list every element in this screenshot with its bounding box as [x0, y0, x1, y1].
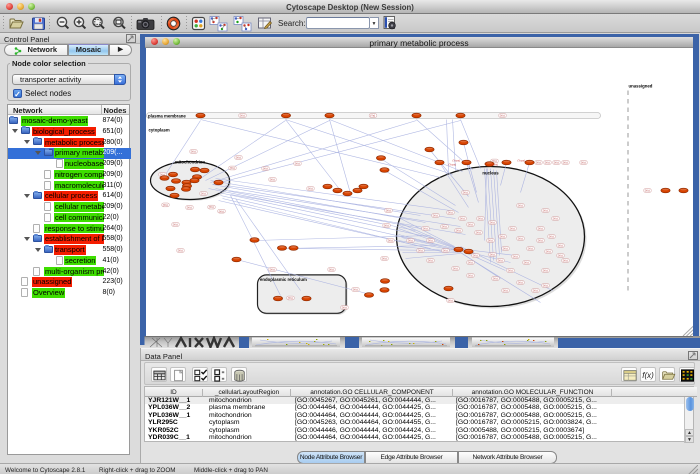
svg-text:(Yx): (Yx): [352, 287, 357, 291]
svg-text:(Yx): (Yx): [427, 238, 432, 242]
svg-text:(Yx): (Yx): [407, 238, 412, 242]
svg-text:(Yx): (Yx): [545, 249, 550, 253]
svg-text:(Yx): (Yx): [200, 191, 205, 195]
svg-text:(Yx): (Yx): [489, 220, 494, 224]
svg-text:(Yx): (Yx): [517, 236, 522, 240]
svg-text:(Yx): (Yx): [262, 166, 267, 170]
svg-text:(Yx): (Yx): [229, 166, 234, 170]
svg-text:(Yx): (Yx): [548, 234, 553, 238]
svg-text:(Yx): (Yx): [186, 205, 191, 209]
svg-text:(Yx): (Yx): [557, 253, 562, 257]
svg-text:(Yx): (Yx): [537, 226, 542, 230]
svg-text:(Yx): (Yx): [462, 190, 467, 194]
svg-text:(Yx): (Yx): [447, 210, 452, 214]
svg-text:(Yx): (Yx): [447, 298, 452, 302]
svg-text:(Yx): (Yx): [417, 248, 422, 252]
svg-text:(Yx): (Yx): [467, 273, 472, 277]
svg-text:(Yx): (Yx): [190, 149, 195, 153]
svg-text:(Yx): (Yx): [535, 160, 540, 164]
svg-text:(Yx): (Yx): [542, 208, 547, 212]
svg-text:(Yx): (Yx): [287, 296, 292, 300]
svg-text:(Yx): (Yx): [370, 113, 375, 117]
svg-text:mitochondrion: mitochondrion: [174, 159, 204, 164]
svg-text:(Yx): (Yx): [341, 305, 346, 309]
svg-text:(Yx): (Yx): [208, 205, 213, 209]
svg-text:(Yx): (Yx): [239, 113, 244, 117]
svg-text:(Yxxx): (Yxxx): [448, 162, 456, 166]
svg-text:(Yx): (Yx): [489, 252, 494, 256]
svg-text:(Yx): (Yx): [502, 246, 507, 250]
svg-text:(Yx): (Yx): [542, 268, 547, 272]
svg-text:(Yx): (Yx): [644, 188, 649, 192]
svg-text:(Yx): (Yx): [509, 226, 514, 230]
svg-text:(Yx): (Yx): [235, 155, 240, 159]
svg-text:endoplasmic reticulum: endoplasmic reticulum: [260, 277, 307, 282]
svg-text:(Yx): (Yx): [467, 260, 472, 264]
svg-text:(Yx): (Yx): [557, 243, 562, 247]
svg-text:nucleus: nucleus: [482, 170, 499, 175]
svg-text:(Yx): (Yx): [441, 224, 446, 228]
svg-text:(Yx): (Yx): [467, 222, 472, 226]
svg-text:(Yx): (Yx): [562, 160, 567, 164]
svg-text:(Yx): (Yx): [532, 288, 537, 292]
svg-text:(Yx): (Yx): [580, 160, 585, 164]
svg-text:(Yx): (Yx): [328, 267, 333, 271]
svg-text:(Yx): (Yx): [383, 223, 388, 227]
svg-text:(Yx): (Yx): [387, 238, 392, 242]
svg-text:(Yx): (Yx): [177, 248, 182, 252]
svg-text:(Yx): (Yx): [552, 216, 557, 220]
svg-text:(Yx): (Yx): [553, 160, 558, 164]
svg-text:(Yxxx): (Yxxx): [490, 162, 498, 166]
svg-text:(Yx): (Yx): [472, 253, 477, 257]
svg-text:(Yx): (Yx): [381, 256, 386, 260]
svg-text:(Yx): (Yx): [562, 258, 567, 262]
svg-text:(Yx): (Yx): [542, 283, 547, 287]
svg-text:(Yx): (Yx): [497, 258, 502, 262]
svg-text:(Yx): (Yx): [499, 234, 504, 238]
svg-text:(Yx): (Yx): [517, 280, 522, 284]
svg-text:(Yx): (Yx): [269, 267, 274, 271]
svg-text:(Yx): (Yx): [517, 203, 522, 207]
svg-text:unassigned: unassigned: [628, 83, 652, 88]
svg-text:(Yx): (Yx): [459, 216, 464, 220]
svg-text:(Yx): (Yx): [537, 238, 542, 242]
svg-text:(Yx): (Yx): [492, 276, 497, 280]
svg-text:cytoplasm: cytoplasm: [148, 127, 169, 132]
svg-text:(Yx): (Yx): [432, 213, 437, 217]
svg-text:(Yx): (Yx): [487, 238, 492, 242]
svg-text:(Yx): (Yx): [452, 266, 457, 270]
svg-text:(Yx): (Yx): [507, 268, 512, 272]
svg-text:(Yx): (Yx): [455, 228, 460, 232]
svg-text:(Yx): (Yx): [544, 160, 549, 164]
svg-text:(Yx): (Yx): [512, 254, 517, 258]
svg-text:(Yx): (Yx): [477, 216, 482, 220]
svg-text:(Yx): (Yx): [294, 161, 299, 165]
svg-text:(Yx): (Yx): [385, 208, 390, 212]
svg-text:(Yx): (Yx): [218, 209, 223, 213]
svg-text:(Yx): (Yx): [162, 203, 167, 207]
svg-text:(Yxxx): (Yxxx): [452, 158, 460, 162]
svg-text:(Yxxx): (Yxxx): [517, 158, 525, 162]
svg-text:(Yx): (Yx): [172, 222, 177, 226]
svg-text:(Yx): (Yx): [422, 226, 427, 230]
svg-text:(Yx): (Yx): [499, 113, 504, 117]
svg-text:(Yx): (Yx): [427, 258, 432, 262]
svg-text:(Yx): (Yx): [307, 186, 312, 190]
svg-text:plasma membrane: plasma membrane: [148, 113, 186, 118]
svg-text:(Yx): (Yx): [442, 248, 447, 252]
svg-text:(Yx): (Yx): [475, 230, 480, 234]
svg-text:(Yx): (Yx): [502, 288, 507, 292]
svg-text:(Yx): (Yx): [269, 177, 274, 181]
svg-text:(Yx): (Yx): [527, 246, 532, 250]
svg-text:(Yx): (Yx): [523, 260, 528, 264]
